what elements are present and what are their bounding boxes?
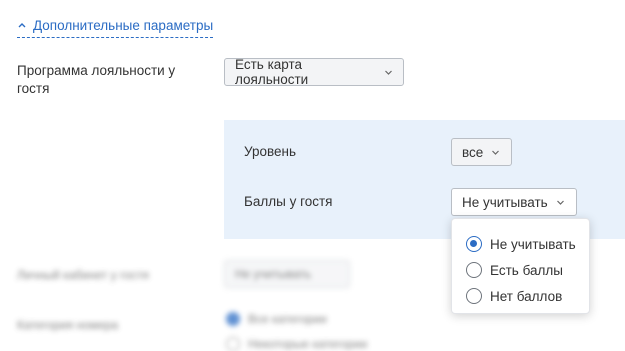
account-dropdown[interactable]: Не учитывать [224, 260, 350, 288]
chevron-down-icon [492, 150, 500, 155]
account-value: Не учитывать [235, 267, 312, 281]
points-option-ignore[interactable]: Не учитывать [452, 231, 589, 257]
radio-checked-icon [226, 312, 240, 326]
points-option-label: Есть баллы [490, 262, 563, 278]
loyalty-program-value: Есть карта лояльности [235, 57, 309, 87]
room-option-all-label: Все категории [248, 312, 327, 326]
points-dropdown-menu: Не учитывать Есть баллы Нет баллов [451, 218, 590, 314]
points-option-label: Не учитывать [490, 236, 576, 252]
level-value: все [462, 144, 484, 160]
account-label: Личный кабинет у гостя [17, 268, 149, 282]
points-dropdown[interactable]: Не учитывать [451, 188, 577, 216]
advanced-params-label: Дополнительные параметры [33, 17, 214, 33]
radio-unchecked-icon [466, 288, 482, 304]
points-label: Баллы у гостя [244, 194, 333, 209]
level-label: Уровень [244, 144, 297, 159]
points-option-has[interactable]: Есть баллы [452, 257, 589, 283]
loyalty-program-dropdown[interactable]: Есть карта лояльности [224, 57, 404, 87]
advanced-params-toggle[interactable]: Дополнительные параметры [17, 14, 214, 38]
chevron-up-icon [18, 23, 26, 28]
radio-unchecked-icon [466, 262, 482, 278]
room-option-all[interactable]: Все категории [226, 312, 327, 326]
radio-checked-icon [466, 236, 482, 252]
points-value: Не учитывать [462, 194, 548, 210]
points-option-none[interactable]: Нет баллов [452, 283, 589, 309]
chevron-down-icon [385, 70, 392, 75]
points-option-label: Нет баллов [490, 288, 563, 304]
level-dropdown[interactable]: все [451, 138, 512, 166]
chevron-down-icon [556, 200, 564, 205]
loyalty-program-label: Программа лояльности у гостя [17, 63, 176, 96]
room-category-label: Категория номера [17, 318, 119, 332]
